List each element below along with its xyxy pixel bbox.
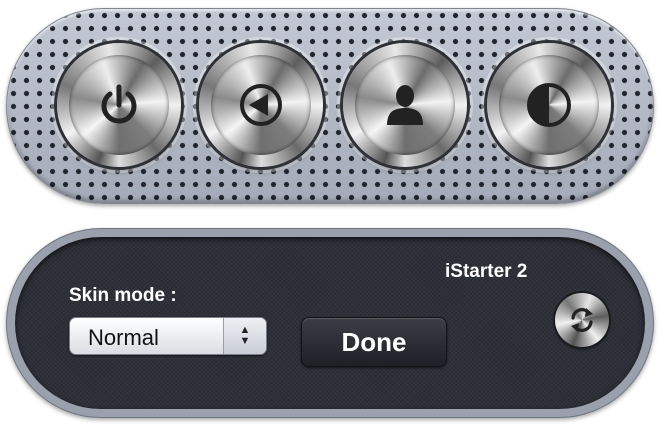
chevron-down-icon: ▼ bbox=[239, 335, 251, 347]
refresh-icon bbox=[571, 308, 593, 332]
skin-mode-value: Normal bbox=[88, 325, 159, 350]
settings-panel: iStarter 2 Skin mode : Normal ▲ ▼ Done bbox=[6, 228, 654, 418]
power-button[interactable] bbox=[57, 43, 181, 167]
power-icon bbox=[101, 84, 137, 124]
app-title: iStarter 2 bbox=[445, 261, 528, 282]
launcher-panel bbox=[6, 8, 654, 204]
back-arrow-icon bbox=[240, 84, 282, 126]
refresh-button[interactable] bbox=[555, 293, 609, 347]
skin-mode-select[interactable]: Normal ▲ ▼ bbox=[69, 317, 267, 355]
user-button[interactable] bbox=[343, 43, 467, 167]
skin-mode-stepper[interactable]: ▲ ▼ bbox=[223, 318, 266, 354]
settings-panel-inner: iStarter 2 Skin mode : Normal ▲ ▼ Done bbox=[15, 237, 645, 409]
user-icon bbox=[387, 85, 423, 125]
done-button[interactable]: Done bbox=[301, 317, 447, 367]
contrast-button[interactable] bbox=[487, 43, 611, 167]
half-circle-icon bbox=[527, 83, 571, 127]
skin-mode-label: Skin mode : bbox=[69, 285, 177, 306]
back-button[interactable] bbox=[199, 43, 323, 167]
